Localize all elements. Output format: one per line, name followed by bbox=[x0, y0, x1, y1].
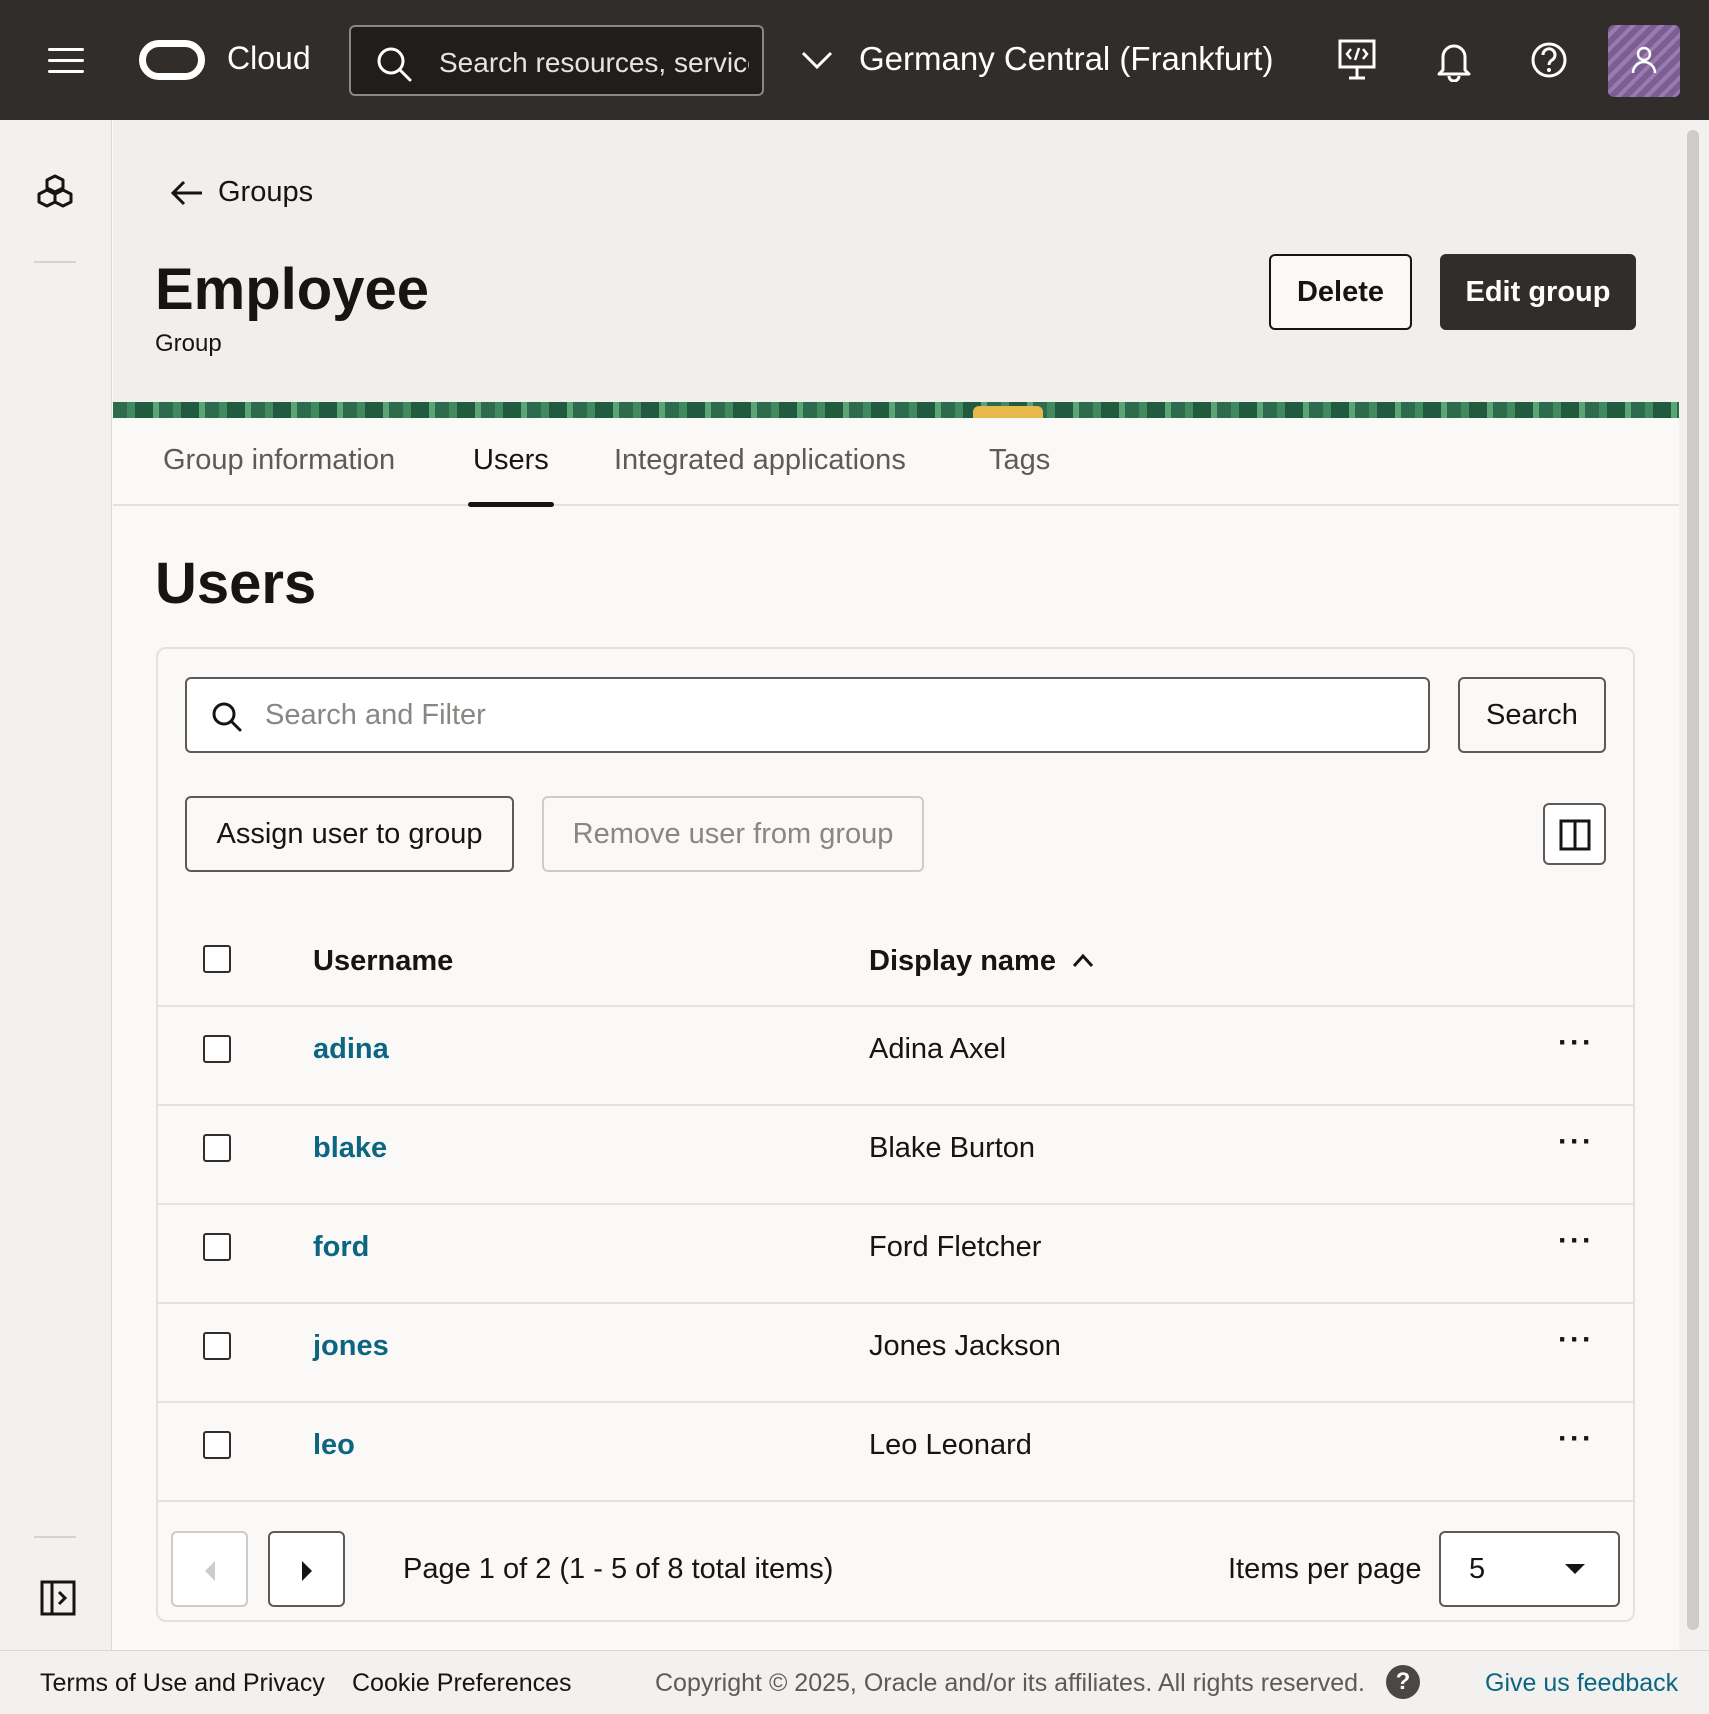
row-checkbox[interactable] bbox=[203, 1035, 231, 1063]
tab-integrated-applications[interactable]: Integrated applications bbox=[614, 444, 906, 477]
column-header-display-name[interactable]: Display name bbox=[869, 945, 1056, 978]
page-subtitle: Group bbox=[155, 330, 222, 357]
search-icon bbox=[377, 47, 412, 82]
top-navigation-bar: Cloud Search resources, services Germany… bbox=[0, 0, 1709, 120]
expand-panel-icon[interactable] bbox=[40, 1580, 76, 1616]
row-checkbox[interactable] bbox=[203, 1431, 231, 1459]
row-actions-icon[interactable]: ··· bbox=[1558, 1422, 1594, 1456]
help-icon[interactable] bbox=[1529, 38, 1569, 82]
sort-ascending-icon[interactable] bbox=[1071, 951, 1095, 969]
copyright-text: Copyright © 2025, Oracle and/or its affi… bbox=[655, 1669, 1365, 1697]
scrollbar-thumb[interactable] bbox=[1687, 130, 1699, 1630]
row-actions-icon[interactable]: ··· bbox=[1558, 1125, 1594, 1159]
remove-user-button[interactable]: Remove user from group bbox=[542, 796, 924, 872]
display-name-cell: Jones Jackson bbox=[869, 1330, 1061, 1362]
select-all-checkbox[interactable] bbox=[203, 945, 231, 973]
tab-bar: Group information Users Integrated appli… bbox=[113, 418, 1679, 507]
row-checkbox[interactable] bbox=[203, 1134, 231, 1162]
hamburger-icon[interactable] bbox=[48, 48, 84, 74]
caret-right-icon bbox=[302, 1561, 312, 1581]
help-icon[interactable]: ? bbox=[1386, 1665, 1420, 1699]
caret-left-icon bbox=[205, 1561, 215, 1581]
table-divider bbox=[158, 1401, 1633, 1403]
display-name-cell: Adina Axel bbox=[869, 1033, 1007, 1065]
search-filter-input[interactable] bbox=[265, 693, 1405, 737]
edit-group-button[interactable]: Edit group bbox=[1440, 254, 1636, 330]
rail-divider bbox=[34, 1536, 76, 1538]
back-link-label: Groups bbox=[218, 176, 314, 208]
region-selector[interactable]: Germany Central (Frankfurt) bbox=[859, 40, 1273, 78]
back-link[interactable]: Groups bbox=[170, 176, 313, 209]
tab-tags[interactable]: Tags bbox=[989, 444, 1050, 477]
cloud-shell-icon[interactable] bbox=[1337, 38, 1377, 82]
table-divider bbox=[158, 1104, 1633, 1106]
decorative-banner bbox=[113, 402, 1679, 418]
username-link[interactable]: leo bbox=[313, 1429, 355, 1462]
table-divider bbox=[158, 1500, 1633, 1502]
items-per-page-select[interactable]: 5 bbox=[1439, 1531, 1620, 1607]
row-checkbox[interactable] bbox=[203, 1233, 231, 1261]
delete-button[interactable]: Delete bbox=[1269, 254, 1412, 330]
row-actions-icon[interactable]: ··· bbox=[1558, 1323, 1594, 1357]
display-name-cell: Blake Burton bbox=[869, 1132, 1036, 1164]
items-per-page-label: Items per page bbox=[1228, 1553, 1422, 1585]
footer: Terms of Use and Privacy Cookie Preferen… bbox=[0, 1650, 1709, 1714]
identity-cubes-icon[interactable] bbox=[35, 173, 75, 213]
rail-divider bbox=[34, 261, 76, 263]
column-settings-button[interactable] bbox=[1543, 803, 1606, 865]
next-page-button[interactable] bbox=[268, 1531, 345, 1607]
table-divider bbox=[158, 1203, 1633, 1205]
chevron-down-icon[interactable] bbox=[800, 48, 834, 72]
tab-group-information[interactable]: Group information bbox=[163, 444, 395, 477]
banner-accent bbox=[973, 406, 1043, 418]
row-checkbox[interactable] bbox=[203, 1332, 231, 1360]
search-button[interactable]: Search bbox=[1458, 677, 1606, 753]
previous-page-button[interactable] bbox=[171, 1531, 248, 1607]
page-title: Employee bbox=[155, 257, 429, 322]
global-search-placeholder: Search resources, services bbox=[439, 47, 749, 78]
search-filter-field[interactable] bbox=[185, 677, 1430, 753]
terms-link[interactable]: Terms of Use and Privacy bbox=[40, 1669, 325, 1698]
search-icon bbox=[212, 702, 242, 732]
username-link[interactable]: blake bbox=[313, 1132, 387, 1165]
table-divider bbox=[158, 1302, 1633, 1304]
user-icon bbox=[1631, 46, 1657, 74]
section-title: Users bbox=[155, 551, 317, 616]
display-name-cell: Leo Leonard bbox=[869, 1429, 1032, 1461]
username-link[interactable]: jones bbox=[313, 1330, 389, 1363]
table-divider bbox=[158, 1005, 1633, 1007]
global-search-input[interactable]: Search resources, services bbox=[349, 25, 764, 96]
oracle-logo-icon[interactable] bbox=[139, 40, 205, 80]
feedback-link[interactable]: Give us feedback bbox=[1485, 1669, 1678, 1698]
bell-icon[interactable] bbox=[1435, 38, 1473, 82]
assign-user-button[interactable]: Assign user to group bbox=[185, 796, 514, 872]
row-actions-icon[interactable]: ··· bbox=[1558, 1026, 1594, 1060]
username-link[interactable]: ford bbox=[313, 1231, 369, 1264]
columns-icon bbox=[1559, 819, 1591, 851]
arrow-left-icon bbox=[170, 180, 202, 205]
row-actions-icon[interactable]: ··· bbox=[1558, 1224, 1594, 1258]
brand-label[interactable]: Cloud bbox=[227, 40, 311, 77]
items-per-page-value: 5 bbox=[1469, 1553, 1486, 1585]
caret-down-icon bbox=[1565, 1564, 1585, 1574]
username-link[interactable]: adina bbox=[313, 1033, 389, 1066]
page-scrollbar[interactable] bbox=[1679, 120, 1709, 1650]
display-name-cell: Ford Fletcher bbox=[869, 1231, 1042, 1263]
user-avatar-icon[interactable] bbox=[1608, 25, 1680, 97]
pagination-info: Page 1 of 2 (1 - 5 of 8 total items) bbox=[403, 1553, 834, 1585]
cookie-preferences-link[interactable]: Cookie Preferences bbox=[352, 1669, 572, 1698]
left-rail bbox=[0, 120, 112, 1650]
tab-users[interactable]: Users bbox=[468, 444, 554, 507]
column-header-username[interactable]: Username bbox=[313, 945, 453, 978]
